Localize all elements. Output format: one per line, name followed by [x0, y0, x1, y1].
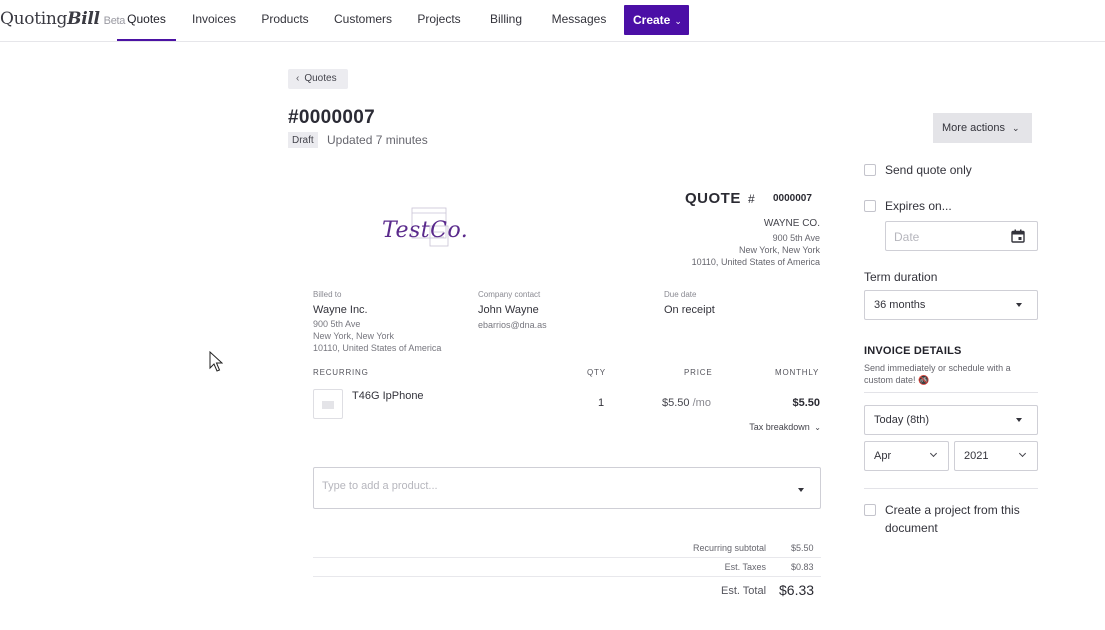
line-item-price-unit: /mo [692, 397, 711, 409]
billed-to-address-line: New York, New York [313, 331, 395, 341]
create-label: Create [633, 13, 671, 27]
chevron-left-icon: ‹ [296, 73, 300, 84]
caret-down-icon [1016, 418, 1022, 422]
nav-quotes[interactable]: Quotes [117, 0, 176, 41]
billed-to-address-line: 900 5th Ave [313, 319, 361, 329]
chevron-down-icon [1018, 449, 1027, 458]
caret-down-icon[interactable] [798, 488, 804, 492]
total-value: $6.33 [779, 582, 815, 598]
billed-to-address: 900 5th Ave New York, New York 10110, Un… [313, 318, 441, 354]
image-placeholder-icon [322, 401, 334, 409]
chevron-down-icon: ⌄ [1012, 123, 1020, 133]
nav-messages[interactable]: Messages [549, 0, 609, 41]
brand-name-suffix: Bill [67, 9, 100, 29]
company-address-line: New York, New York [738, 245, 820, 255]
send-quote-only-checkbox[interactable] [864, 164, 876, 176]
company-name: WAYNE CO. [763, 218, 820, 229]
line-item-qty[interactable]: 1 [598, 397, 604, 409]
schedule-day-select[interactable]: Today (8th) [864, 405, 1038, 435]
add-product-input[interactable] [322, 480, 782, 492]
chevron-down-icon: ⌄ [814, 423, 821, 432]
billed-to-label: Billed to [313, 290, 342, 299]
company-address-line: 10110, United States of America [691, 257, 820, 267]
due-date-label: Due date [664, 290, 697, 299]
taxes-label: Est. Taxes [724, 562, 766, 572]
contact-email: ebarrios@dna.as [478, 320, 547, 330]
expires-on-label[interactable]: Expires on... [885, 197, 952, 215]
nav-projects[interactable]: Projects [413, 0, 465, 41]
subtotal-value: $5.50 [791, 543, 814, 553]
schedule-month-value: Apr [874, 450, 892, 462]
expires-on-checkbox[interactable] [864, 200, 876, 212]
invoice-details-description: Send immediately or schedule with a cust… [864, 363, 1011, 385]
brand-logo[interactable]: QuotingBill Beta [0, 9, 125, 29]
nav-products[interactable]: Products [258, 0, 312, 41]
more-actions-label: More actions [942, 122, 1005, 134]
qty-header: QTY [587, 368, 606, 377]
page-title: #0000007 [288, 107, 375, 128]
brand-name-prefix: Quoting [0, 9, 68, 29]
subtotal-label: Recurring subtotal [692, 543, 766, 553]
line-item-price-value: $5.50 [662, 397, 690, 409]
total-label: Est. Total [721, 585, 767, 597]
invoice-details-title: INVOICE DETAILS [864, 345, 962, 357]
top-navbar: QuotingBill Beta Quotes Invoices Products… [0, 0, 1105, 42]
create-project-checkbox[interactable] [864, 504, 876, 516]
nav-billing[interactable]: Billing [486, 0, 526, 41]
chevron-down-icon [929, 449, 938, 458]
send-quote-only-label[interactable]: Send quote only [885, 161, 972, 179]
due-date-value: On receipt [664, 304, 715, 316]
company-address: WAYNE CO. 900 5th Ave New York, New York… [692, 218, 820, 268]
mouse-pointer-icon [209, 351, 223, 372]
caret-down-icon [1016, 303, 1022, 307]
contact-name: John Wayne [478, 304, 539, 316]
company-logo: TestCo. [382, 207, 468, 247]
calendar-icon[interactable] [1011, 229, 1025, 243]
line-item-name[interactable]: T46G IpPhone [352, 390, 424, 402]
line-item-price[interactable]: $5.50 /mo [662, 397, 711, 409]
quote-hash: # [748, 192, 755, 206]
more-actions-button[interactable]: More actions ⌄ [933, 113, 1032, 143]
product-thumbnail [313, 389, 343, 419]
billed-to-name: Wayne Inc. [313, 304, 368, 316]
divider [864, 488, 1038, 489]
term-duration-select[interactable]: 36 months [864, 290, 1038, 320]
term-duration-value: 36 months [874, 299, 926, 311]
schedule-day-value: Today (8th) [874, 414, 930, 426]
back-label: Quotes [304, 73, 337, 84]
svg-text:TestCo.: TestCo. [382, 218, 468, 243]
create-button[interactable]: Create ⌄ [624, 5, 689, 35]
tax-breakdown-toggle[interactable]: Tax breakdown ⌄ [749, 422, 821, 432]
schedule-month-select[interactable]: Apr [864, 441, 949, 471]
updated-timestamp: Updated 7 minutes [327, 133, 428, 147]
quote-title: QUOTE [685, 190, 741, 207]
recurring-header: RECURRING [313, 368, 369, 377]
expiry-date-input[interactable] [894, 230, 1004, 244]
back-to-quotes-button[interactable]: ‹ Quotes [288, 69, 348, 89]
company-contact-label: Company contact [478, 290, 541, 299]
price-header: PRICE [684, 368, 713, 377]
expiry-date-field[interactable] [885, 221, 1038, 251]
term-duration-label: Term duration [864, 270, 938, 284]
schedule-year-value: 2021 [964, 450, 989, 462]
tax-breakdown-label: Tax breakdown [749, 422, 810, 432]
company-address-line: 900 5th Ave [772, 233, 820, 243]
schedule-year-select[interactable]: 2021 [954, 441, 1038, 471]
add-product-field[interactable] [313, 467, 821, 509]
nav-invoices[interactable]: Invoices [188, 0, 240, 41]
create-project-label[interactable]: Create a project from this document [885, 501, 1045, 537]
billed-to-address-line: 10110, United States of America [313, 343, 442, 353]
chevron-down-icon: ⌄ [674, 16, 682, 26]
nav-customers[interactable]: Customers [331, 0, 395, 41]
quote-number: 0000007 [773, 193, 812, 204]
status-badge: Draft [288, 132, 318, 148]
divider [864, 392, 1038, 393]
line-item-monthly: $5.50 [792, 397, 820, 409]
monthly-header: MONTHLY [775, 368, 820, 377]
taxes-value: $0.83 [791, 562, 814, 572]
